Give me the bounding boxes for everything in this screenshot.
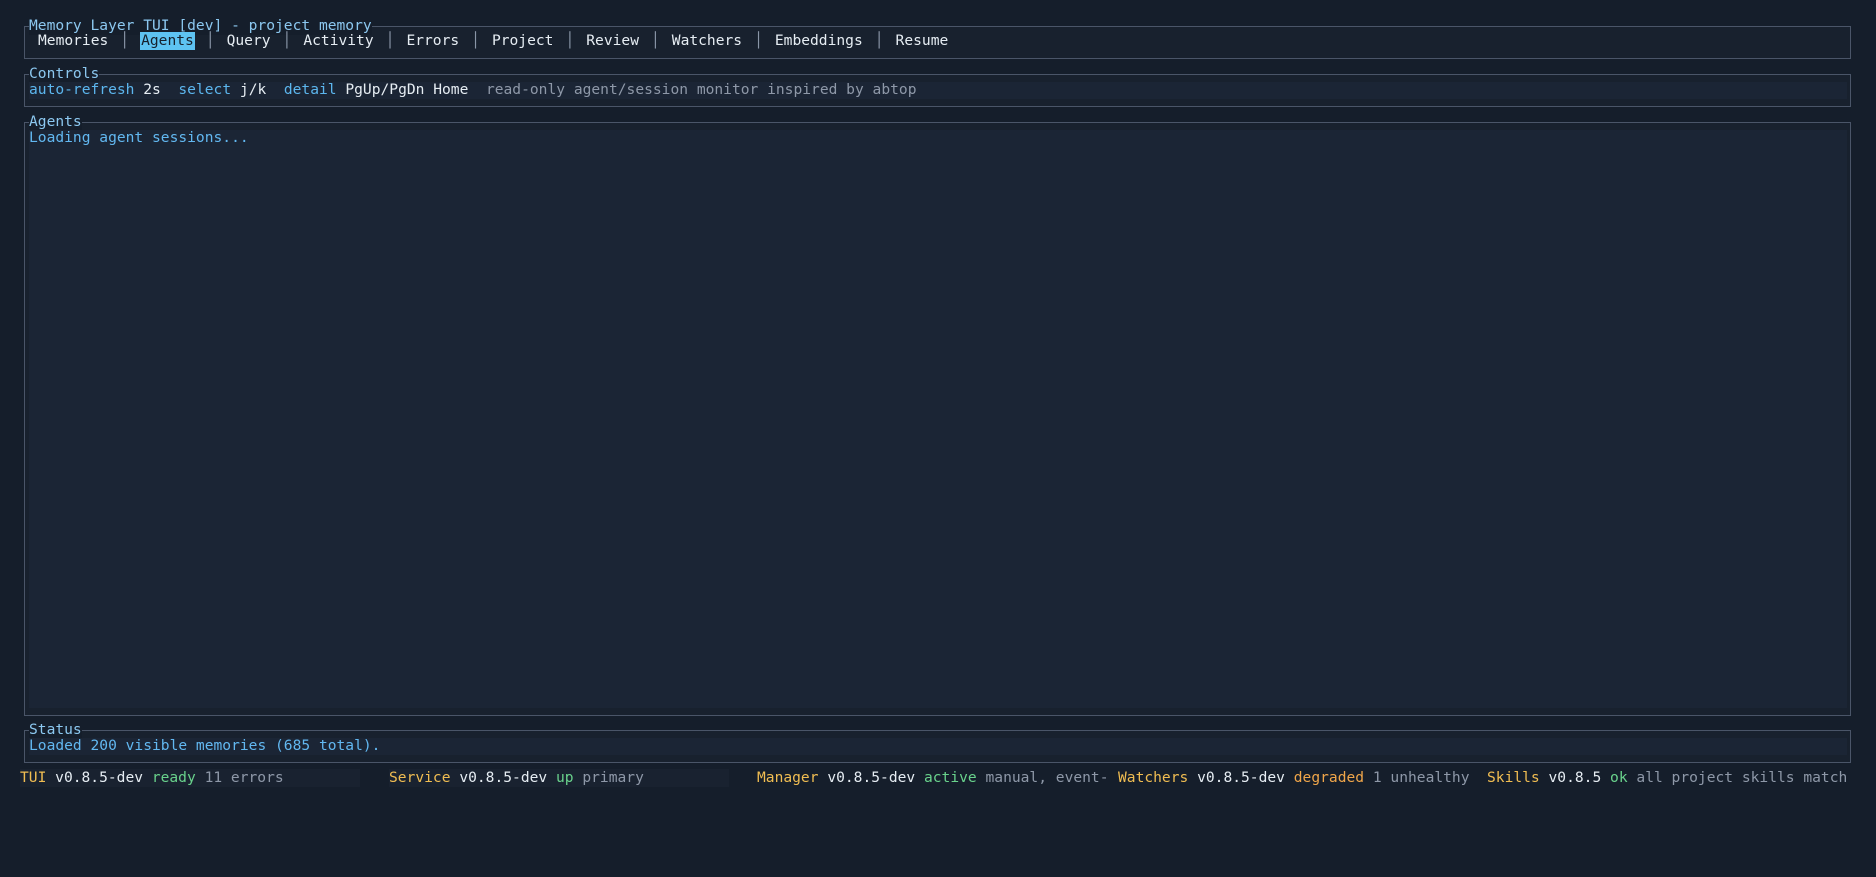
- tab-embeddings[interactable]: Embeddings: [774, 32, 864, 50]
- tab-separator: │: [471, 32, 480, 49]
- skills-state: ok: [1610, 769, 1628, 786]
- tab-agents[interactable]: Agents: [140, 32, 195, 50]
- tab-separator: │: [650, 32, 660, 49]
- status-message: Loaded 200 visible memories (685 total).: [29, 737, 381, 754]
- tui-version: v0.8.5-dev: [55, 769, 144, 786]
- detail-key: detail: [283, 81, 337, 98]
- tab-separator: │: [754, 32, 763, 49]
- auto-refresh-key: auto-refresh: [29, 81, 135, 98]
- skills-detail: all project skills match: [1636, 769, 1848, 786]
- header-panel: Memory Layer TUI [dev] - project memory …: [24, 17, 1851, 59]
- agents-list[interactable]: [29, 130, 1847, 708]
- service-label: Service: [389, 769, 451, 786]
- select-key: select: [178, 81, 232, 98]
- tab-separator: │: [385, 32, 395, 49]
- tab-separator: │: [120, 32, 130, 49]
- tui-status: TUI v0.8.5-dev ready 11 errors: [20, 769, 360, 787]
- watchers-detail: 1 unhealthy: [1372, 769, 1470, 786]
- tui-detail: 11 errors: [204, 769, 284, 786]
- watchers-version: v0.8.5-dev: [1197, 769, 1285, 786]
- controls-panel: Controls auto-refresh 2s select j/k deta…: [24, 65, 1851, 107]
- watchers-label: Watchers: [1118, 769, 1189, 786]
- skills-label: Skills: [1487, 769, 1540, 786]
- tab-errors[interactable]: Errors: [405, 32, 460, 50]
- tab-project[interactable]: Project: [491, 32, 555, 50]
- controls-description: read-only agent/session monitor inspired…: [485, 81, 917, 98]
- manager-version: v0.8.5-dev: [827, 769, 916, 786]
- service-detail: primary: [582, 769, 644, 786]
- tui-label: TUI: [20, 769, 47, 786]
- manager-detail: manual, event-: [985, 769, 1109, 786]
- watchers-status: Watchers v0.8.5-dev degraded 1 unhealthy: [1118, 769, 1470, 787]
- manager-state: active: [923, 769, 977, 786]
- manager-label: Manager: [757, 769, 819, 786]
- service-status: Service v0.8.5-dev up primary: [389, 769, 729, 787]
- manager-status: Manager v0.8.5-dev active manual, event-: [757, 769, 1109, 787]
- bottom-status-bar: TUI v0.8.5-dev ready 11 errors Service v…: [0, 769, 1876, 787]
- tab-separator: │: [205, 32, 215, 49]
- controls-line: auto-refresh 2s select j/k detail PgUp/P…: [29, 81, 916, 99]
- tab-separator: │: [874, 32, 884, 49]
- tab-bar: Memories │ Agents │ Query │ Activity │ Errors │ Pr…: [37, 32, 949, 50]
- tab-memories[interactable]: Memories: [37, 32, 109, 50]
- tab-query[interactable]: Query: [226, 32, 272, 50]
- detail-value: PgUp/PgDn Home: [345, 81, 469, 98]
- tab-review[interactable]: Review: [585, 32, 640, 50]
- tab-separator: │: [565, 32, 575, 49]
- auto-refresh-value: 2s: [143, 81, 161, 98]
- skills-status: Skills v0.8.5 ok all project skills matc…: [1487, 769, 1847, 787]
- service-state: up: [555, 769, 574, 786]
- tab-separator: │: [282, 32, 292, 49]
- agents-panel: Agents Loading agent sessions...: [24, 113, 1851, 716]
- tab-activity[interactable]: Activity: [302, 32, 374, 50]
- watchers-state: degraded: [1293, 769, 1365, 786]
- tab-resume[interactable]: Resume: [895, 32, 950, 50]
- select-value: j/k: [239, 81, 267, 98]
- status-panel: Status Loaded 200 visible memories (685 …: [24, 721, 1851, 763]
- tui-state: ready: [151, 769, 196, 786]
- tab-watchers[interactable]: Watchers: [671, 32, 743, 50]
- skills-version: v0.8.5: [1548, 769, 1602, 786]
- service-version: v0.8.5-dev: [459, 769, 548, 786]
- agents-loading-text: Loading agent sessions...: [29, 129, 249, 146]
